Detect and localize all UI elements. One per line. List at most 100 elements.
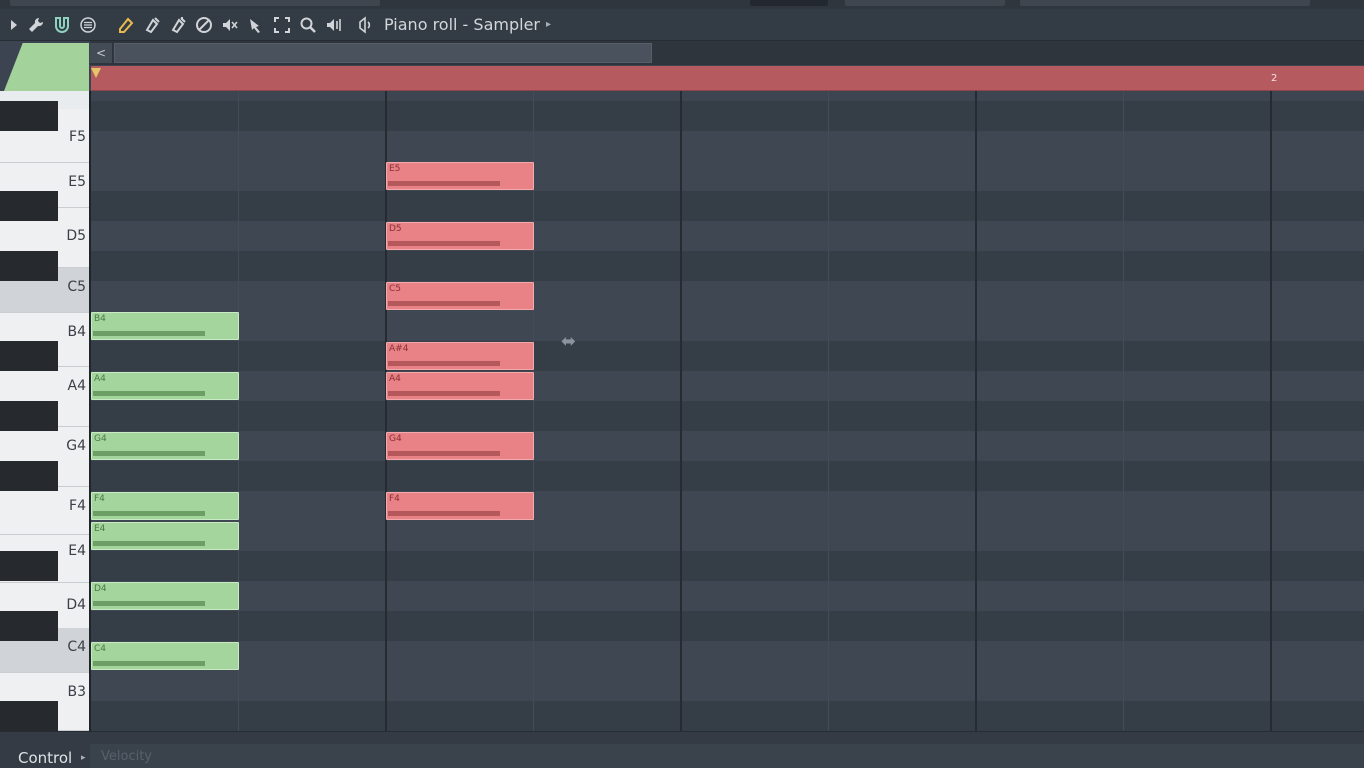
velocity-bar [388,241,500,246]
speaker-icon[interactable] [354,13,378,37]
note-label: D5 [389,224,402,234]
piano-key-c-sharp-4[interactable] [0,611,58,641]
note-red[interactable]: F4 [386,492,534,520]
velocity-label: Velocity [101,749,152,764]
note-green[interactable]: C4 [91,642,239,670]
grid-row [91,221,1364,251]
note-label: A#4 [389,344,409,354]
grid-row [91,101,1364,131]
timeline[interactable]: 2 [91,66,1364,91]
grid-row [91,611,1364,641]
control-arrow-icon[interactable]: ▸ [81,753,86,763]
piano-key-f-sharp-4[interactable] [0,461,58,491]
key-label: B3 [67,684,86,700]
note-grid[interactable]: B4 A4 G4 F4 E4 D4 C4 E5 D5 C5 A#4 A4 G4 … [91,91,1364,731]
top-segment [845,0,1005,6]
piano-key-f-sharp-5[interactable] [0,101,58,131]
horizontal-scrollbar[interactable]: < [90,41,1364,65]
velocity-bar [93,331,205,336]
event-editor-bar: Control ▸ Velocity [0,731,1364,768]
note-label: F4 [389,494,400,504]
grid-row [91,521,1364,551]
beat-line [680,91,682,731]
note-label: A4 [389,374,401,384]
piano-roll-window: Piano roll - Sampler ▸ < 2 F5 E5 D5 C5 B… [0,0,1364,768]
key-label: A4 [67,378,86,394]
note-red[interactable]: A#4 [386,342,534,370]
zoom-icon[interactable] [296,13,320,37]
key-label: G4 [66,438,86,454]
speaker-mute-icon[interactable] [218,13,242,37]
key-label: E4 [68,543,86,559]
note-label: E5 [389,164,401,174]
note-green[interactable]: B4 [91,312,239,340]
piano-key-a-sharp-3[interactable] [0,701,58,731]
key-label: F4 [69,498,86,514]
piano-key-g-sharp-4[interactable] [0,401,58,431]
note-red[interactable]: D5 [386,222,534,250]
title-arrow-icon[interactable]: ▸ [546,19,551,30]
velocity-bar [388,511,500,516]
piano-key-d-sharp-4[interactable] [0,551,58,581]
scroll-left-icon[interactable]: < [90,43,112,63]
wrench-icon[interactable] [24,13,48,37]
note-label: C5 [389,284,402,294]
top-segment [750,0,828,6]
delete-icon[interactable] [166,13,190,37]
velocity-bar [388,181,500,186]
pencil-icon[interactable] [114,13,138,37]
event-editor-panel[interactable] [90,744,1364,768]
piano-key-a-sharp-4[interactable] [0,341,58,371]
note-green[interactable]: G4 [91,432,239,460]
note-red[interactable]: E5 [386,162,534,190]
note-green[interactable]: F4 [91,492,239,520]
toolbar: Piano roll - Sampler ▸ [0,9,1364,41]
piano-key-c-sharp-5[interactable] [0,251,58,281]
slice-icon[interactable] [244,13,268,37]
bar-line [1270,91,1272,731]
note-label: E4 [94,524,106,534]
piano-key-d-sharp-5[interactable] [0,191,58,221]
velocity-bar [388,361,500,366]
scrollbar-thumb[interactable] [114,43,652,63]
grid-row [91,491,1364,521]
magnet-icon[interactable] [50,13,74,37]
corner-tab[interactable] [4,43,89,91]
note-label: F4 [94,494,105,504]
key-label: C5 [67,279,86,295]
velocity-bar [93,601,205,606]
beat-line [1123,91,1124,731]
play-arrow-icon[interactable] [6,13,22,37]
key-label: D5 [66,228,86,244]
control-selector[interactable]: Control [18,749,72,767]
top-segment [1020,0,1310,6]
note-green[interactable]: E4 [91,522,239,550]
note-green[interactable]: D4 [91,582,239,610]
note-green[interactable]: A4 [91,372,239,400]
menu-icon[interactable] [76,13,100,37]
grid-row [91,371,1364,401]
top-segment [10,0,380,6]
note-red[interactable]: G4 [386,432,534,460]
playhead-marker-icon[interactable] [91,68,101,78]
piano-roll-title[interactable]: Piano roll - Sampler [384,15,540,34]
note-red[interactable]: A4 [386,372,534,400]
select-icon[interactable] [270,13,294,37]
note-red[interactable]: C5 [386,282,534,310]
brush-icon[interactable] [140,13,164,37]
piano-keyboard[interactable]: F5 E5 D5 C5 B4 A4 G4 F4 E4 D4 C4 B3 [0,91,91,731]
key-label: C4 [67,639,86,655]
note-label: A4 [94,374,106,384]
grid-row [91,431,1364,461]
grid-row [91,461,1364,491]
playback-icon[interactable] [322,13,346,37]
note-label: C4 [94,644,107,654]
beat-line [975,91,977,731]
velocity-bar [93,511,205,516]
grid-row [91,191,1364,221]
grid-row [91,671,1364,701]
key-label: B4 [67,324,86,340]
resize-cursor-icon: ⬌ [561,331,577,352]
piano-key-f4[interactable]: F4 [0,487,89,535]
mute-icon[interactable] [192,13,216,37]
